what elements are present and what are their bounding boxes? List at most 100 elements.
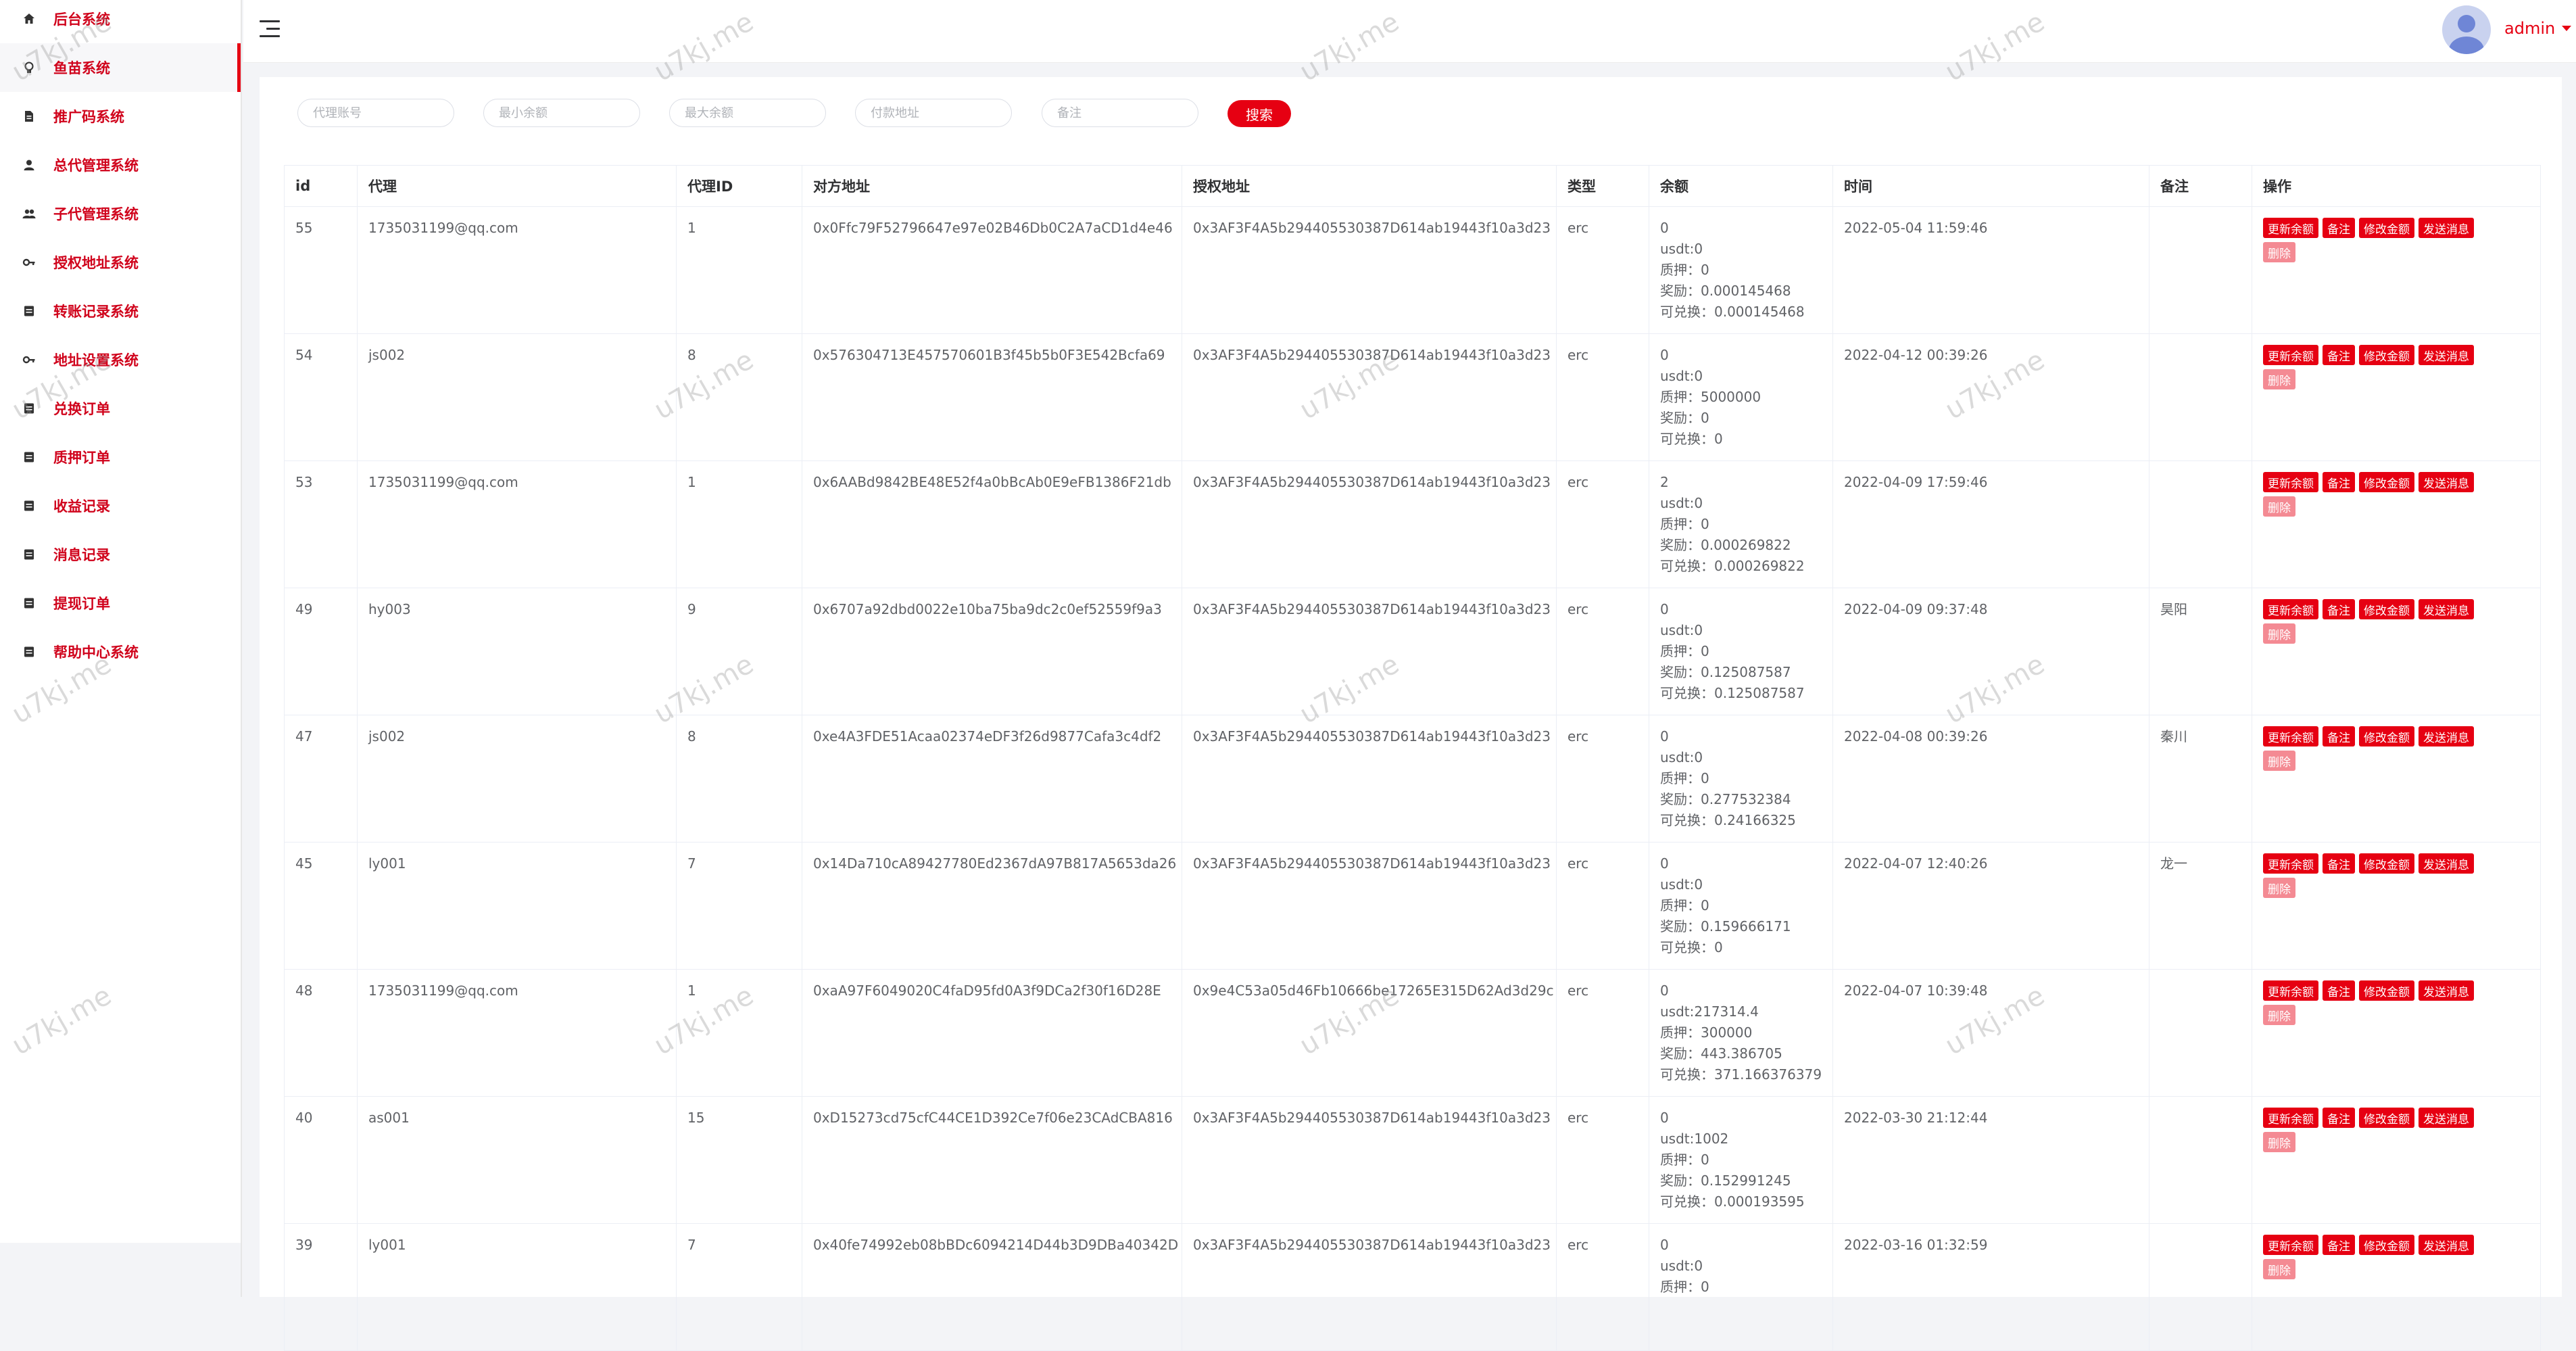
send-message-button[interactable]: 发送消息	[2419, 853, 2474, 874]
sidebar-item-11[interactable]: 消息记录	[0, 530, 241, 579]
agent-account-input[interactable]	[297, 99, 454, 127]
edit-amount-button[interactable]: 修改金额	[2359, 1108, 2414, 1128]
delete-button[interactable]: 删除	[2263, 1259, 2295, 1279]
remark-button[interactable]: 备注	[2323, 218, 2355, 238]
col-header-auth-address[interactable]: 授权地址	[1182, 165, 1557, 207]
exchangeable-value: 0	[1714, 939, 1723, 955]
delete-button[interactable]: 删除	[2263, 751, 2295, 771]
col-header-ops[interactable]: 操作	[2252, 165, 2541, 207]
delete-button[interactable]: 删除	[2263, 242, 2295, 262]
update-balance-button[interactable]: 更新余额	[2263, 345, 2318, 365]
pledge-value: 0	[1701, 1279, 1709, 1295]
delete-button[interactable]: 删除	[2263, 496, 2295, 517]
remark-button[interactable]: 备注	[2323, 345, 2355, 365]
delete-button[interactable]: 删除	[2263, 1005, 2295, 1025]
col-header-balance[interactable]: 余额	[1649, 165, 1833, 207]
usdt-value: 0	[1694, 876, 1703, 893]
send-message-button[interactable]: 发送消息	[2419, 599, 2474, 619]
update-balance-button[interactable]: 更新余额	[2263, 1235, 2318, 1255]
cell-auth-address: 0x3AF3F4A5b294405530387D614ab19443f10a3d…	[1182, 1223, 1557, 1351]
balance-value: 0	[1660, 220, 1669, 236]
sidebar-item-10[interactable]: 收益记录	[0, 481, 241, 530]
remark-button[interactable]: 备注	[2323, 472, 2355, 492]
remark-button[interactable]: 备注	[2323, 726, 2355, 746]
edit-amount-button[interactable]: 修改金额	[2359, 472, 2414, 492]
edit-amount-button[interactable]: 修改金额	[2359, 980, 2414, 1001]
update-balance-button[interactable]: 更新余额	[2263, 218, 2318, 238]
cell-remark	[2149, 1096, 2252, 1224]
delete-button[interactable]: 删除	[2263, 623, 2295, 644]
min-balance-input[interactable]	[483, 99, 640, 127]
col-header-time[interactable]: 时间	[1832, 165, 2149, 207]
update-balance-button[interactable]: 更新余额	[2263, 1108, 2318, 1128]
sidebar-item-4[interactable]: 子代管理系统	[0, 189, 241, 238]
update-balance-button[interactable]: 更新余额	[2263, 599, 2318, 619]
cell-balance: 0 usdt:0 质押：0 奖励：0.277532384 可兑换：0.24166325	[1649, 715, 1833, 843]
col-header-peer-address[interactable]: 对方地址	[802, 165, 1182, 207]
user-name[interactable]: admin	[2504, 19, 2555, 38]
send-message-button[interactable]: 发送消息	[2419, 345, 2474, 365]
remark-button[interactable]: 备注	[2323, 980, 2355, 1001]
cell-time: 2022-04-07 12:40:26	[1832, 842, 2149, 970]
table-row: 47 js002 8 0xe4A3FDE51Acaa02374eDF3f26d9877…	[284, 715, 2541, 843]
send-message-button[interactable]: 发送消息	[2419, 726, 2474, 746]
col-header-remark[interactable]: 备注	[2149, 165, 2252, 207]
update-balance-button[interactable]: 更新余额	[2263, 980, 2318, 1001]
col-header-agent-id[interactable]: 代理ID	[676, 165, 802, 207]
caret-down-icon[interactable]	[2562, 26, 2571, 31]
send-message-button[interactable]: 发送消息	[2419, 472, 2474, 492]
send-message-button[interactable]: 发送消息	[2419, 980, 2474, 1001]
max-balance-input[interactable]	[669, 99, 826, 127]
col-header-id[interactable]: id	[284, 165, 358, 207]
sidebar-item-5[interactable]: 授权地址系统	[0, 238, 241, 287]
update-balance-button[interactable]: 更新余额	[2263, 726, 2318, 746]
delete-button[interactable]: 删除	[2263, 369, 2295, 389]
key-icon	[22, 256, 36, 269]
reward-line: 奖励：0.152991245	[1660, 1170, 1822, 1191]
update-balance-button[interactable]: 更新余额	[2263, 853, 2318, 874]
col-header-agent[interactable]: 代理	[357, 165, 677, 207]
cell-type: erc	[1556, 715, 1649, 843]
pledge-label: 质押：	[1660, 516, 1701, 532]
exchangeable-label: 可兑换：	[1660, 685, 1714, 701]
search-button[interactable]: 搜索	[1228, 100, 1291, 127]
pledge-line: 质押：300000	[1660, 1022, 1822, 1043]
col-header-type[interactable]: 类型	[1556, 165, 1649, 207]
send-message-button[interactable]: 发送消息	[2419, 1235, 2474, 1255]
remark-button[interactable]: 备注	[2323, 599, 2355, 619]
menu-toggle-icon[interactable]	[260, 20, 280, 38]
list-icon	[22, 548, 36, 561]
remark-button[interactable]: 备注	[2323, 853, 2355, 874]
edit-amount-button[interactable]: 修改金额	[2359, 345, 2414, 365]
sidebar-item-label: 帮助中心系统	[53, 644, 139, 661]
delete-button[interactable]: 删除	[2263, 878, 2295, 898]
balance-value: 0	[1660, 728, 1669, 744]
sidebar-item-0[interactable]: 后台系统	[0, 0, 241, 43]
cell-id: 45	[284, 842, 358, 970]
edit-amount-button[interactable]: 修改金额	[2359, 726, 2414, 746]
sidebar-item-9[interactable]: 质押订单	[0, 433, 241, 481]
sidebar-item-6[interactable]: 转账记录系统	[0, 287, 241, 335]
remark-input[interactable]	[1042, 99, 1198, 127]
exchangeable-line: 可兑换：0	[1660, 937, 1822, 958]
sidebar-item-8[interactable]: 兑换订单	[0, 384, 241, 433]
sidebar-item-3[interactable]: 总代管理系统	[0, 141, 241, 189]
sidebar-item-12[interactable]: 提现订单	[0, 579, 241, 627]
remark-button[interactable]: 备注	[2323, 1108, 2355, 1128]
sidebar-item-2[interactable]: 推广码系统	[0, 92, 241, 141]
sidebar-item-13[interactable]: 帮助中心系统	[0, 627, 241, 676]
edit-amount-button[interactable]: 修改金额	[2359, 853, 2414, 874]
avatar[interactable]	[2442, 5, 2491, 54]
pay-address-input[interactable]	[855, 99, 1012, 127]
send-message-button[interactable]: 发送消息	[2419, 218, 2474, 238]
sidebar-item-1[interactable]: 鱼苗系统	[0, 43, 241, 92]
update-balance-button[interactable]: 更新余额	[2263, 472, 2318, 492]
remark-button[interactable]: 备注	[2323, 1235, 2355, 1255]
edit-amount-button[interactable]: 修改金额	[2359, 1235, 2414, 1255]
delete-button[interactable]: 删除	[2263, 1132, 2295, 1152]
edit-amount-button[interactable]: 修改金额	[2359, 218, 2414, 238]
send-message-button[interactable]: 发送消息	[2419, 1108, 2474, 1128]
reward-label: 奖励：	[1660, 537, 1701, 553]
sidebar-item-7[interactable]: 地址设置系统	[0, 335, 241, 384]
edit-amount-button[interactable]: 修改金额	[2359, 599, 2414, 619]
